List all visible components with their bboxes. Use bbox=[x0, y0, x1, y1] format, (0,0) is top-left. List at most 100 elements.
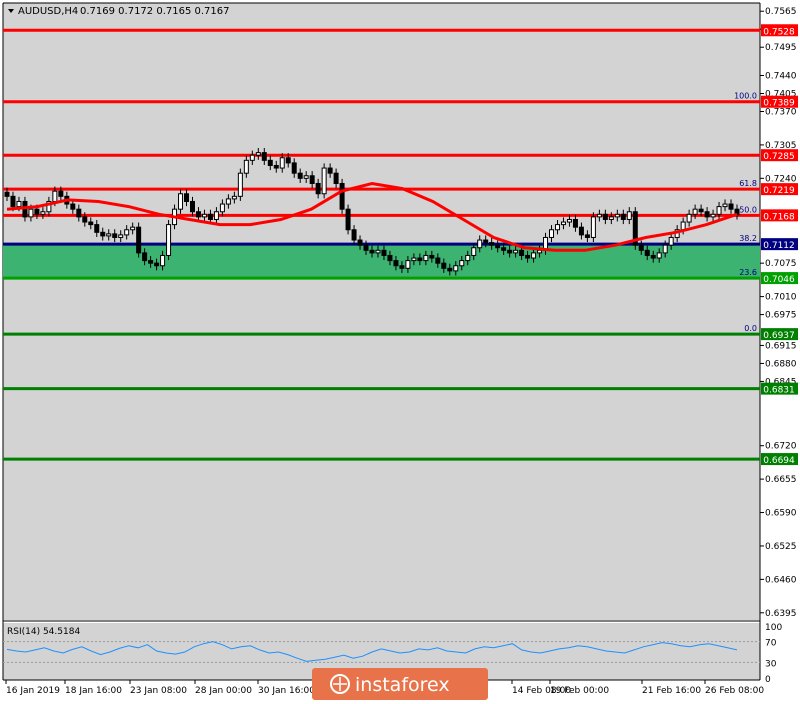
candle-body bbox=[554, 224, 560, 231]
price-tag-label: 0.7168 bbox=[763, 212, 795, 222]
candle-body bbox=[357, 239, 363, 246]
candle-body bbox=[405, 260, 411, 269]
candle-body bbox=[381, 249, 387, 256]
fib-level-label: 23.6 bbox=[739, 268, 757, 277]
candle-body bbox=[453, 265, 459, 272]
candle-body bbox=[136, 226, 142, 254]
rsi-tick-label: 30 bbox=[765, 659, 777, 669]
candle-body bbox=[698, 208, 704, 213]
fib-level-label: 100.0 bbox=[734, 92, 757, 101]
candle-body bbox=[531, 252, 537, 259]
candle-body bbox=[650, 254, 656, 259]
candle-body bbox=[363, 244, 369, 251]
candle-body bbox=[560, 221, 566, 226]
y-tick-label: 0.6880 bbox=[765, 359, 797, 369]
candle-body bbox=[184, 193, 190, 202]
watermark: instaforex bbox=[312, 668, 488, 700]
candle-body bbox=[255, 152, 261, 156]
candle-body bbox=[106, 233, 112, 237]
x-tick-label: 23 Jan 08:00 bbox=[130, 686, 187, 696]
candle-body bbox=[142, 252, 148, 262]
candle-body bbox=[417, 257, 423, 262]
candle-body bbox=[447, 267, 453, 272]
candle-body bbox=[495, 244, 501, 249]
y-tick-label: 0.7010 bbox=[765, 293, 797, 303]
price-tag-label: 0.7219 bbox=[763, 186, 795, 196]
candle-body bbox=[704, 211, 710, 218]
candle-body bbox=[375, 249, 381, 254]
candle-body bbox=[82, 216, 88, 223]
candle-body bbox=[231, 195, 237, 200]
candle-body bbox=[16, 200, 22, 208]
y-tick-label: 0.6975 bbox=[765, 311, 797, 321]
price-tag-label: 0.7046 bbox=[763, 275, 795, 285]
candle-body bbox=[178, 193, 184, 210]
candle-body bbox=[249, 154, 255, 161]
fib-level-label: 38.2 bbox=[739, 234, 757, 243]
candle-body bbox=[411, 257, 417, 262]
y-tick-label: 0.6525 bbox=[765, 542, 797, 552]
candle-body bbox=[10, 195, 16, 208]
candle-body bbox=[435, 257, 441, 264]
candle-body bbox=[644, 249, 650, 256]
candle-body bbox=[130, 226, 136, 231]
candle-body bbox=[166, 224, 172, 256]
candle-body bbox=[513, 249, 519, 254]
candle-body bbox=[34, 208, 40, 215]
candle-body bbox=[345, 208, 351, 231]
candle-body bbox=[327, 167, 333, 174]
candle-body bbox=[399, 265, 405, 269]
candle-body bbox=[507, 249, 513, 254]
candle-body bbox=[4, 191, 10, 197]
candle-body bbox=[315, 182, 321, 195]
price-tag-label: 0.7528 bbox=[763, 27, 795, 37]
x-tick-label: 21 Feb 16:00 bbox=[642, 686, 701, 696]
candle-body bbox=[710, 213, 716, 218]
x-tick-label: 16 Jan 2019 bbox=[6, 686, 60, 696]
y-tick-label: 0.6395 bbox=[765, 609, 797, 619]
main-plot-area[interactable] bbox=[3, 3, 760, 620]
candle-body bbox=[237, 172, 243, 197]
y-tick-label: 0.7240 bbox=[765, 174, 797, 184]
candle-body bbox=[614, 213, 620, 218]
candle-body bbox=[596, 213, 602, 218]
candle-body bbox=[602, 213, 608, 220]
x-tick-label: 28 Jan 00:00 bbox=[195, 686, 252, 696]
candle-body bbox=[28, 208, 34, 218]
y-tick-label: 0.7075 bbox=[765, 259, 797, 269]
y-tick-label: 0.6915 bbox=[765, 341, 797, 351]
candle-body bbox=[578, 226, 584, 236]
candle-body bbox=[40, 211, 46, 215]
candle-body bbox=[572, 218, 578, 228]
candle-body bbox=[566, 218, 572, 223]
x-tick-label: 19 Feb 00:00 bbox=[550, 686, 609, 696]
candle-body bbox=[243, 159, 249, 174]
y-tick-label: 0.7440 bbox=[765, 71, 797, 81]
candle-body bbox=[52, 190, 58, 202]
candle-body bbox=[369, 249, 375, 254]
rsi-tick-label: 0 bbox=[765, 675, 771, 685]
candle-body bbox=[100, 231, 106, 237]
candle-body bbox=[423, 254, 429, 262]
watermark-text: instaforex bbox=[355, 674, 450, 696]
candle-body bbox=[465, 254, 471, 262]
rsi-label: RSI(14) 54.5184 bbox=[7, 627, 80, 637]
candle-body bbox=[722, 203, 728, 208]
chart-window: 0.75650.75300.74950.74400.74050.73700.73… bbox=[0, 0, 800, 700]
candle-body bbox=[608, 216, 614, 220]
price-tag-label: 0.6694 bbox=[763, 456, 795, 466]
price-tag-label: 0.7389 bbox=[763, 99, 795, 109]
candle-body bbox=[477, 239, 483, 249]
candle-body bbox=[537, 249, 543, 254]
price-tag-label: 0.7285 bbox=[763, 152, 795, 162]
candle-body bbox=[333, 172, 339, 184]
candle-body bbox=[441, 262, 447, 269]
y-tick-label: 0.7565 bbox=[765, 7, 797, 17]
candle-body bbox=[525, 254, 531, 259]
fib-level-label: 50.0 bbox=[739, 205, 757, 214]
candle-body bbox=[291, 162, 297, 174]
y-tick-label: 0.6655 bbox=[765, 475, 797, 485]
y-tick-label: 0.6720 bbox=[765, 442, 797, 452]
price-tag-label: 0.7112 bbox=[763, 241, 795, 251]
candle-body bbox=[393, 260, 399, 267]
